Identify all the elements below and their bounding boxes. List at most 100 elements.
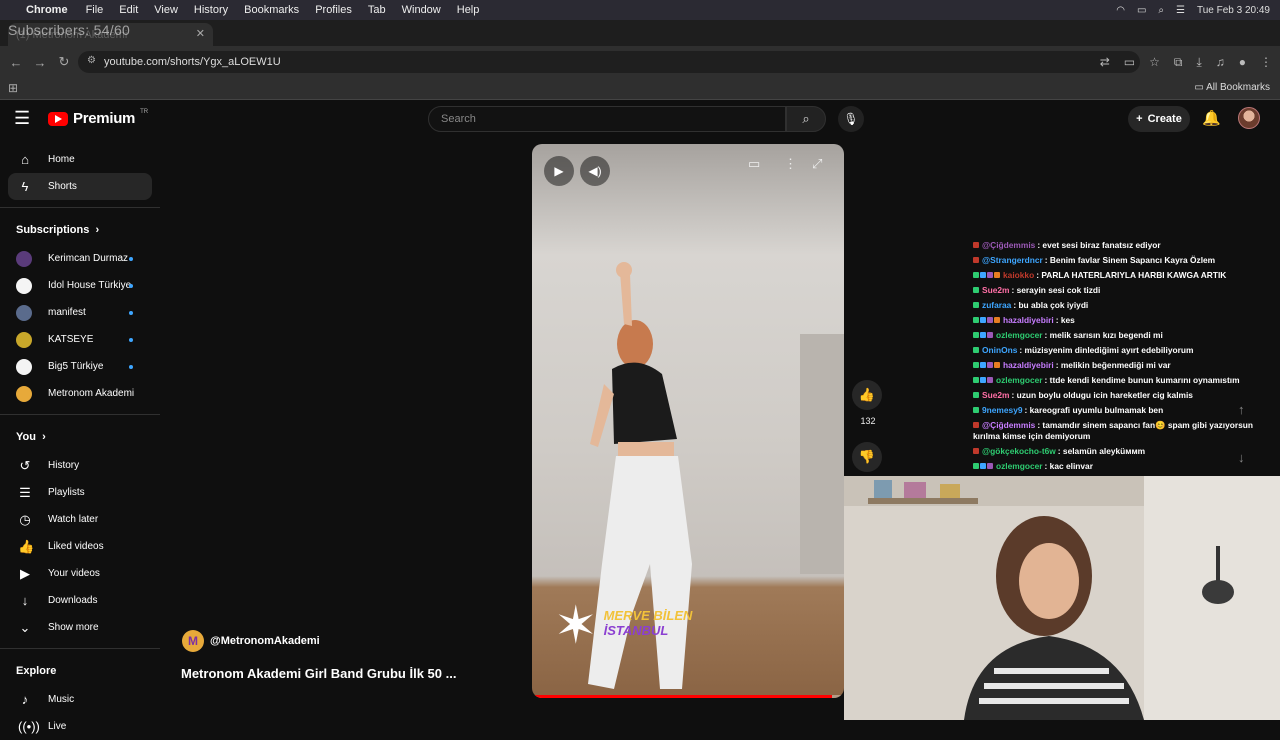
url-field[interactable]: ⚙ youtube.com/shorts/Ygx_aLOEW1U: [78, 51, 1140, 73]
chat-message: 9nemesy9: kareografi uyumlu bulmamak ben: [970, 403, 1280, 418]
more-options-icon[interactable]: ⋮: [784, 156, 797, 172]
close-icon[interactable]: ✕: [196, 27, 205, 40]
short-channel[interactable]: M @MetronomAkademi: [182, 630, 320, 652]
sidebar-item-history[interactable]: ↺ History: [0, 452, 160, 479]
badge-icon: [973, 392, 979, 398]
volume-button[interactable]: ◀): [580, 156, 610, 186]
menu-app-name[interactable]: Chrome: [26, 4, 68, 16]
cast-icon[interactable]: ▭: [1124, 55, 1135, 69]
badge-icon: [973, 287, 979, 293]
chat-username: Sue2m: [982, 390, 1010, 400]
search-button[interactable]: ⌕: [786, 106, 826, 132]
shorts-player[interactable]: ▶ ◀) ▭ ⋮ ⤢ ✶ MERVE BİLEN İSTANBUL: [532, 144, 844, 698]
chat-text: : kes: [1055, 315, 1075, 325]
reload-icon[interactable]: ↻: [52, 54, 76, 70]
sidebar-item-liked-videos[interactable]: 👍 Liked videos: [0, 533, 160, 560]
menu-item-bookmarks[interactable]: Bookmarks: [244, 4, 299, 16]
avatar[interactable]: [1238, 107, 1260, 129]
menu-item-tab[interactable]: Tab: [368, 4, 386, 16]
chat-message: ozlemgocer: melik sarısın kızı begendi m…: [970, 328, 1280, 343]
subscription-item[interactable]: Idol House Türkiye: [0, 272, 160, 299]
badge-icon: [987, 362, 993, 368]
arrow-up-icon[interactable]: ↑: [1238, 402, 1245, 417]
profile-icon[interactable]: ●: [1239, 55, 1246, 69]
chat-username: hazaldiyebiri: [1003, 360, 1054, 370]
subscription-item[interactable]: Kerimcan Durmaz: [0, 245, 160, 272]
search-icon[interactable]: ⌕: [1158, 5, 1164, 16]
captions-icon[interactable]: ▭: [748, 156, 760, 172]
more-icon[interactable]: ⋮: [1260, 55, 1272, 69]
media-icon[interactable]: ♫: [1216, 55, 1225, 69]
star-icon[interactable]: ☆: [1149, 55, 1160, 69]
chat-username: ozlemgocer: [996, 330, 1043, 340]
back-icon[interactable]: ←: [4, 55, 28, 70]
you-header[interactable]: You ›: [0, 422, 160, 452]
mic-icon[interactable]: 🎙: [838, 106, 864, 132]
yt-header: ☰ Premium TR Search ⌕ 🎙 + Create 🔔: [0, 100, 1280, 140]
all-bookmarks-link[interactable]: ▭ All Bookmarks: [1194, 82, 1270, 93]
subscription-item[interactable]: Big5 Türkiye: [0, 353, 160, 380]
video-progress[interactable]: [532, 695, 844, 698]
dislike-button[interactable]: 👎: [852, 442, 882, 472]
extensions-icon[interactable]: ⧉: [1174, 55, 1183, 70]
tab-strip: (1) Metronom Akademi ✕ + ⌄: [0, 20, 1280, 61]
chat-username: ozlemgocer: [996, 375, 1043, 385]
control-center-icon[interactable]: ☰: [1176, 5, 1185, 16]
channel-avatar: [16, 331, 32, 348]
search-input[interactable]: Search: [428, 106, 786, 132]
chat-text: : serayin sesi cok tizdi: [1011, 285, 1101, 295]
chat-message: @Çiğdemmis: tamamdır sinem sapancı fan😊 …: [970, 418, 1280, 444]
play-button[interactable]: ▶: [544, 156, 574, 186]
short-title[interactable]: Metronom Akademi Girl Band Grubu İlk 50 …: [181, 666, 456, 681]
badge-icon: [994, 317, 1000, 323]
apps-grid-icon[interactable]: ⊞: [8, 81, 18, 95]
sidebar-item-live[interactable]: ((•)) Live: [0, 713, 160, 740]
menu-item-help[interactable]: Help: [457, 4, 480, 16]
channel-avatar[interactable]: M: [182, 630, 204, 652]
translate-icon[interactable]: ⇄: [1100, 55, 1110, 69]
sidebar-item-downloads[interactable]: ↓ Downloads: [0, 587, 160, 614]
menu-item-window[interactable]: Window: [402, 4, 441, 16]
forward-icon[interactable]: →: [28, 55, 52, 70]
subscription-item[interactable]: Metronom Akademi: [0, 380, 160, 407]
channel-handle[interactable]: @MetronomAkademi: [210, 635, 320, 647]
clock[interactable]: Tue Feb 3 20:49: [1197, 5, 1270, 16]
sidebar-item-music[interactable]: ♪ Music: [0, 686, 160, 713]
menu-item-view[interactable]: View: [154, 4, 178, 16]
arrow-down-icon[interactable]: ↓: [1238, 450, 1245, 465]
chat-badges: [973, 328, 994, 343]
fullscreen-icon[interactable]: ⤢: [812, 156, 822, 172]
new-content-dot: [129, 257, 133, 261]
like-button[interactable]: 👍: [852, 380, 882, 410]
battery-icon[interactable]: ▭: [1137, 5, 1146, 16]
sidebar-item-shorts[interactable]: ϟ Shorts: [8, 173, 152, 200]
chat-message: kaiokko: PARLA HATERLARIYLA HARBI KAWGA …: [970, 268, 1280, 283]
sidebar-item-show-more[interactable]: ⌄ Show more: [0, 614, 160, 641]
menu-item-history[interactable]: History: [194, 4, 228, 16]
menu-item-file[interactable]: File: [86, 4, 104, 16]
menu-item-edit[interactable]: Edit: [119, 4, 138, 16]
sidebar-item-label: Playlists: [48, 487, 85, 498]
subscription-item[interactable]: manifest: [0, 299, 160, 326]
subscriptions-header[interactable]: Subscriptions ›: [0, 215, 160, 245]
bell-icon[interactable]: 🔔: [1202, 109, 1221, 127]
create-button[interactable]: + Create: [1128, 106, 1190, 132]
sidebar-item-watch-later[interactable]: ◷ Watch later: [0, 506, 160, 533]
chat-message: hazaldiyebiri: melikin beğenmediği mi va…: [970, 358, 1280, 373]
download-icon[interactable]: ⤓: [1196, 55, 1201, 70]
badge-icon: [973, 272, 979, 278]
plus-icon: +: [1136, 113, 1143, 125]
sidebar-item-your-videos[interactable]: ▶ Your videos: [0, 560, 160, 587]
wifi-icon[interactable]: ◠: [1116, 5, 1125, 16]
subscription-item[interactable]: KATSEYE: [0, 326, 160, 353]
shorts-icon: ϟ: [21, 178, 29, 194]
yt-premium-logo[interactable]: Premium TR: [48, 109, 148, 127]
badge-icon: [973, 332, 979, 338]
sidebar-item-home[interactable]: ⌂ Home: [0, 146, 160, 173]
url-text: youtube.com/shorts/Ygx_aLOEW1U: [104, 56, 281, 68]
sidebar-item-playlists[interactable]: ☰ Playlists: [0, 479, 160, 506]
menu-icon[interactable]: ☰: [14, 108, 30, 129]
menu-item-profiles[interactable]: Profiles: [315, 4, 352, 16]
site-info-icon[interactable]: ⚙: [87, 55, 96, 66]
new-content-dot: [129, 338, 133, 342]
